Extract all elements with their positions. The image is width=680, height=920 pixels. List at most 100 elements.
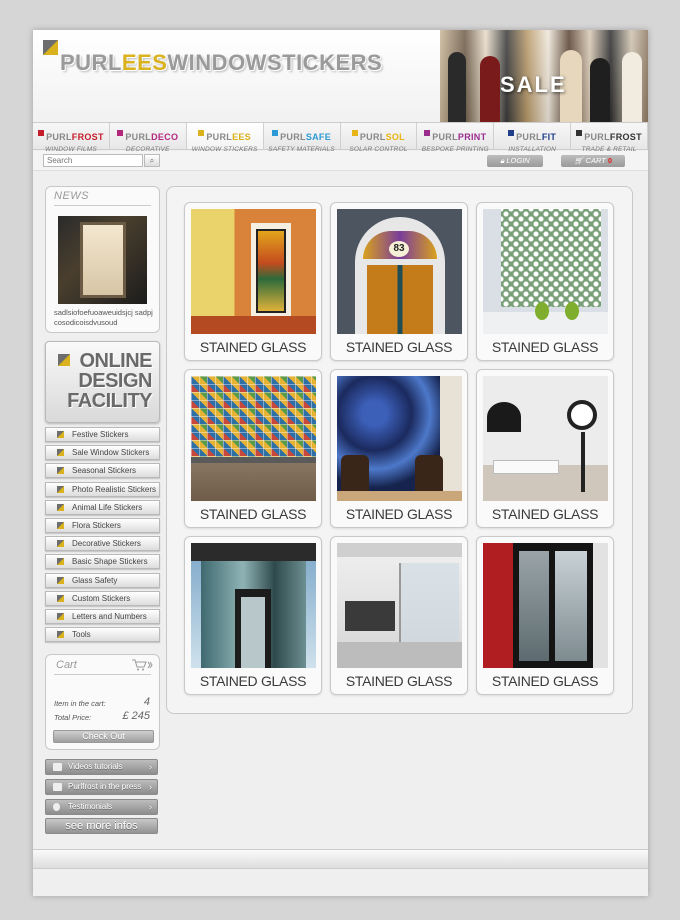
chevron-right-icon: › bbox=[149, 802, 152, 812]
brand-tabs: PURLFROST WINDOW FILMS PURLDECO DECORATIVE … bbox=[33, 122, 648, 160]
category-item[interactable]: Custom Stickers bbox=[45, 590, 160, 606]
login-button[interactable]: 🔒︎ LOGIN bbox=[487, 155, 543, 167]
category-menu: Festive Stickers Sale Window Stickers Seas… bbox=[45, 427, 160, 645]
chevron-right-icon: › bbox=[149, 762, 152, 772]
product-title[interactable]: STAINED GLASS bbox=[477, 339, 613, 355]
tab-label: PURLPRINT bbox=[424, 130, 486, 142]
tab-label: PURLSAFE bbox=[272, 130, 331, 142]
cart-button[interactable]: 🛒︎ CART 0 bbox=[561, 155, 625, 167]
mannequin-icon bbox=[622, 52, 642, 122]
product-image[interactable] bbox=[337, 543, 462, 668]
cart-items-row: Item in the cart: 4 bbox=[54, 696, 150, 708]
tab-label: PURLFROST bbox=[576, 130, 642, 142]
product-card[interactable]: STAINED GLASS bbox=[476, 202, 614, 361]
mannequin-icon bbox=[448, 52, 466, 122]
sale-banner[interactable]: SALE bbox=[440, 30, 648, 122]
category-bullet-icon bbox=[57, 467, 64, 475]
tab-label: PURLFIT bbox=[508, 130, 556, 142]
cart-icon bbox=[132, 659, 153, 671]
news-title: NEWS bbox=[54, 190, 89, 202]
product-image[interactable] bbox=[483, 209, 608, 334]
cart-items-value: 4 bbox=[143, 696, 150, 708]
news-text: sadlsiofoefuoaweuidsjcj sadpjcosodicoisd… bbox=[54, 308, 153, 327]
tab-purlfrost-0[interactable]: PURLFROST WINDOW FILMS bbox=[33, 123, 110, 153]
cart-count-badge: 0 bbox=[607, 156, 613, 165]
tab-purldeco-1[interactable]: PURLDECODECORATIVE COVERINGS bbox=[110, 123, 187, 160]
category-item[interactable]: Basic Shape Stickers bbox=[45, 554, 160, 570]
tab-purlprint-5[interactable]: PURLPRINT BESPOKE PRINTING bbox=[417, 123, 495, 153]
tab-purlfrost-7[interactable]: PURLFROST TRADE & RETAIL bbox=[571, 123, 648, 153]
press-button[interactable]: Purlfrost in the press › bbox=[45, 779, 158, 795]
search-row: ⌕ 🔒︎ LOGIN 🛒︎ CART 0 bbox=[33, 151, 648, 171]
online-design-facility-button[interactable]: ONLINE DESIGN FACILITY bbox=[45, 341, 160, 423]
product-image[interactable] bbox=[191, 209, 316, 334]
news-image[interactable] bbox=[58, 216, 147, 304]
product-grid: STAINED GLASS 83 STAINED GLASS STAINED GLAS… bbox=[166, 186, 633, 714]
videos-tutorials-button[interactable]: Videos tutorials › bbox=[45, 759, 158, 775]
category-item[interactable]: Sale Window Stickers bbox=[45, 445, 160, 461]
product-image[interactable] bbox=[337, 376, 462, 501]
product-image[interactable]: 83 bbox=[337, 209, 462, 334]
tab-label: PURLDECO bbox=[117, 130, 178, 142]
product-image[interactable] bbox=[483, 376, 608, 501]
category-bullet-icon bbox=[57, 485, 64, 493]
tab-label: PURLFROST bbox=[38, 130, 104, 142]
tab-purlsol-4[interactable]: PURLSOL SOLAR CONTROL bbox=[341, 123, 418, 153]
testimonials-button[interactable]: Testimonials › bbox=[45, 799, 158, 815]
category-bullet-icon bbox=[57, 503, 64, 511]
category-item[interactable]: Glass Safety bbox=[45, 572, 160, 588]
product-title[interactable]: STAINED GLASS bbox=[331, 339, 467, 355]
category-item[interactable]: Decorative Stickers bbox=[45, 536, 160, 552]
product-title[interactable]: STAINED GLASS bbox=[477, 673, 613, 689]
category-item[interactable]: Animal Life Stickers bbox=[45, 499, 160, 515]
product-title[interactable]: STAINED GLASS bbox=[477, 506, 613, 522]
tab-purlees-2[interactable]: PURLEES WINDOW STICKERS bbox=[186, 123, 264, 153]
window-illustration bbox=[80, 222, 126, 298]
product-image[interactable] bbox=[191, 376, 316, 501]
product-title[interactable]: STAINED GLASS bbox=[185, 673, 321, 689]
tab-purlfit-6[interactable]: PURLFITINSTALLATION SERVICE bbox=[494, 123, 572, 160]
product-card[interactable]: STAINED GLASS bbox=[184, 202, 322, 361]
product-title[interactable]: STAINED GLASS bbox=[331, 506, 467, 522]
mannequin-icon bbox=[480, 56, 500, 122]
header: PURLEESWINDOWSTICKERS SALE bbox=[33, 30, 648, 122]
product-card[interactable]: STAINED GLASS bbox=[330, 369, 468, 528]
product-card[interactable]: STAINED GLASS bbox=[476, 369, 614, 528]
category-bullet-icon bbox=[57, 576, 64, 584]
product-image[interactable] bbox=[191, 543, 316, 668]
category-item[interactable]: Photo Realistic Stickers bbox=[45, 481, 160, 497]
news-box: NEWS sadlsiofoefuoaweuidsjcj sadpjcosodi… bbox=[45, 186, 160, 333]
see-more-infos-button[interactable]: see more infos bbox=[45, 818, 158, 834]
category-item[interactable]: Festive Stickers bbox=[45, 427, 160, 442]
person-icon bbox=[53, 803, 60, 811]
checkout-button[interactable]: Check Out bbox=[53, 730, 154, 743]
product-title[interactable]: STAINED GLASS bbox=[331, 673, 467, 689]
product-card[interactable]: STAINED GLASS bbox=[330, 536, 468, 695]
category-item[interactable]: Letters and Numbers bbox=[45, 608, 160, 624]
product-card[interactable]: STAINED GLASS bbox=[184, 536, 322, 695]
product-image[interactable] bbox=[483, 543, 608, 668]
category-item[interactable]: Flora Stickers bbox=[45, 517, 160, 533]
tab-label: PURLSOL bbox=[351, 130, 405, 142]
search-icon: ⌕ bbox=[149, 156, 155, 165]
cart-total-row: Total Price: £ 245 bbox=[54, 710, 150, 722]
chevron-right-icon: › bbox=[149, 782, 152, 792]
product-card[interactable]: STAINED GLASS bbox=[184, 369, 322, 528]
category-item[interactable]: Seasonal Stickers bbox=[45, 463, 160, 479]
product-title[interactable]: STAINED GLASS bbox=[185, 506, 321, 522]
logo-text: PURLEESWINDOWSTICKERS bbox=[60, 50, 383, 75]
category-bullet-icon bbox=[57, 612, 64, 620]
cart-title: Cart bbox=[56, 659, 77, 671]
cart-icon: 🛒︎ bbox=[573, 156, 586, 165]
search-button[interactable]: ⌕ bbox=[144, 154, 160, 167]
logo-mark-icon bbox=[43, 40, 58, 55]
product-card[interactable]: 83 STAINED GLASS bbox=[330, 202, 468, 361]
site-logo[interactable]: PURLEESWINDOWSTICKERS bbox=[43, 40, 382, 80]
category-item[interactable]: Tools bbox=[45, 627, 160, 643]
product-title[interactable]: STAINED GLASS bbox=[185, 339, 321, 355]
search-input[interactable] bbox=[43, 154, 143, 167]
product-card[interactable]: STAINED GLASS bbox=[476, 536, 614, 695]
online-design-facility-label: ONLINE DESIGN FACILITY bbox=[67, 350, 152, 412]
tab-purlsafe-3[interactable]: PURLSAFE SAFETY MATERIALS bbox=[264, 123, 341, 153]
video-icon bbox=[53, 763, 62, 771]
